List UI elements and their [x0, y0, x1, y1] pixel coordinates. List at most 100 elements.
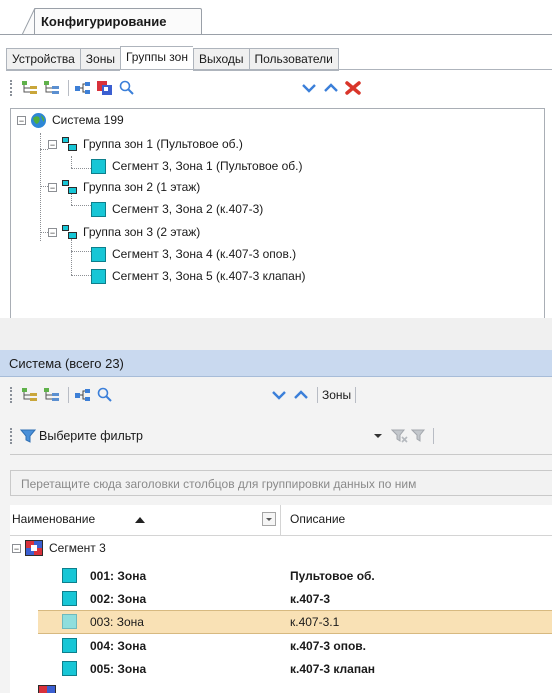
- expand-all-button[interactable]: [20, 79, 40, 97]
- zone-description: к.407-3 клапан: [290, 662, 375, 676]
- move-up-button[interactable]: [291, 386, 311, 404]
- zone-description: к.407-3.1: [290, 615, 340, 629]
- filter-selector[interactable]: Выберите фильтр: [39, 429, 143, 443]
- add-group-icon: [97, 81, 112, 95]
- tree-group-label: Группа зон 1 (Пультовое об.): [83, 137, 243, 151]
- zone-group-icon: [62, 180, 77, 194]
- chevron-down-icon: [272, 391, 286, 400]
- tab-strip: Устройства Зоны Группы зон Выходы Пользо…: [6, 46, 339, 71]
- filter-apply-icon[interactable]: [391, 428, 409, 444]
- tree-group[interactable]: − Группа зон 3 (2 этаж): [48, 223, 200, 241]
- delete-button[interactable]: [343, 79, 363, 97]
- zones-grid: − Сегмент 3 001: Зона Пультовое об. 002:…: [10, 536, 552, 693]
- move-up-button[interactable]: [321, 79, 341, 97]
- search-button[interactable]: [95, 386, 115, 404]
- zone-name: 003: Зона: [90, 615, 144, 629]
- move-down-button[interactable]: [299, 79, 319, 97]
- move-down-button[interactable]: [269, 386, 289, 404]
- toolbar-grip[interactable]: [10, 428, 15, 444]
- table-row[interactable]: 002: Зона к.407-3: [10, 587, 552, 610]
- table-row-selected[interactable]: 003: Зона к.407-3.1: [38, 610, 552, 634]
- search-button[interactable]: [117, 79, 137, 97]
- zone-icon: [62, 614, 77, 629]
- tree-zone-label: Сегмент 3, Зона 2 (к.407-3): [112, 202, 264, 216]
- tree-root[interactable]: − Система 199: [17, 111, 124, 129]
- tab-outputs[interactable]: Выходы: [192, 48, 249, 71]
- grid-header: Наименование Описание: [10, 505, 552, 536]
- divider: [0, 34, 552, 35]
- tree-line: [71, 168, 91, 169]
- tree-group-label: Группа зон 3 (2 этаж): [83, 225, 201, 239]
- tree-zone[interactable]: Сегмент 3, Зона 2 (к.407-3): [91, 200, 263, 218]
- upper-toolbar: [6, 76, 546, 100]
- tree-zone[interactable]: Сегмент 3, Зона 5 (к.407-3 клапан): [91, 267, 305, 285]
- tree-root-label: Система 199: [52, 113, 124, 127]
- zone-icon: [91, 246, 106, 262]
- tree-line: [71, 251, 91, 252]
- tree-zone[interactable]: Сегмент 3, Зона 1 (Пультовое об.): [91, 157, 303, 175]
- filter-clear-icon[interactable]: [411, 428, 429, 444]
- table-row[interactable]: 004: Зона к.407-3 опов.: [10, 634, 552, 657]
- column-description-header[interactable]: Описание: [290, 512, 345, 526]
- sort-ascending-icon[interactable]: [135, 516, 145, 523]
- zone-icon: [62, 568, 77, 583]
- collapse-icon[interactable]: −: [17, 115, 26, 125]
- zone-description: к.407-3 опов.: [290, 639, 366, 653]
- tree-line: [71, 275, 91, 276]
- table-row[interactable]: 005: Зона к.407-3 клапан: [10, 657, 552, 680]
- group-by-panel[interactable]: Перетащите сюда заголовки столбцов для г…: [10, 470, 552, 496]
- column-filter-button[interactable]: [262, 512, 276, 526]
- toolbar-separator: [68, 80, 69, 96]
- zone-icon: [91, 158, 106, 174]
- tree-line: [40, 232, 48, 233]
- tree-group-label: Группа зон 2 (1 этаж): [83, 180, 201, 194]
- collapse-all-button[interactable]: [42, 386, 62, 404]
- tab-zones[interactable]: Зоны: [79, 48, 120, 71]
- splitter[interactable]: [0, 318, 552, 350]
- connect-button[interactable]: [73, 79, 93, 97]
- tab-users[interactable]: Пользователи: [248, 48, 339, 71]
- zone-icon: [62, 661, 77, 676]
- segment-icon: [38, 685, 56, 693]
- collapse-icon[interactable]: −: [48, 227, 57, 237]
- toolbar-grip[interactable]: [10, 80, 15, 96]
- tree-line: [71, 156, 72, 168]
- toolbar-grip[interactable]: [10, 387, 15, 403]
- column-divider: [280, 505, 281, 535]
- document-tab[interactable]: Конфигурирование: [34, 8, 202, 35]
- tree-line: [40, 149, 48, 150]
- tree-group[interactable]: − Группа зон 1 (Пультовое об.): [48, 135, 243, 153]
- zone-group-icon: [62, 225, 77, 239]
- document-tab-title: Конфигурирование: [41, 14, 167, 29]
- collapse-icon[interactable]: −: [48, 182, 57, 192]
- dropdown-arrow-icon[interactable]: [373, 432, 383, 440]
- table-row[interactable]: 001: Зона Пультовое об.: [10, 564, 552, 587]
- zone-name: 002: Зона: [90, 592, 147, 606]
- system-header-title: Система (всего 23): [9, 356, 124, 371]
- collapse-icon[interactable]: −: [48, 139, 57, 149]
- expand-tree-icon: [22, 388, 37, 401]
- tab-devices[interactable]: Устройства: [6, 48, 80, 71]
- segment-label: Сегмент 3: [49, 541, 106, 555]
- collapse-icon[interactable]: −: [12, 543, 21, 553]
- tree-group[interactable]: − Группа зон 2 (1 этаж): [48, 178, 200, 196]
- tree-line: [71, 205, 91, 206]
- segment-row[interactable]: − Сегмент 3: [10, 538, 310, 558]
- chevron-down-icon: [302, 84, 316, 93]
- collapse-all-button[interactable]: [42, 79, 62, 97]
- toolbar-separator: [355, 387, 357, 403]
- toolbar-separator: [433, 428, 435, 444]
- tree-zone-label: Сегмент 3, Зона 5 (к.407-3 клапан): [112, 269, 306, 283]
- column-name-header[interactable]: Наименование: [12, 512, 95, 526]
- connect-button[interactable]: [73, 386, 93, 404]
- add-group-button[interactable]: [95, 79, 115, 97]
- lower-toolbar: Зоны: [6, 383, 546, 407]
- filter-toolbar: Выберите фильтр: [6, 424, 546, 448]
- expand-all-button[interactable]: [20, 386, 40, 404]
- tree-zone[interactable]: Сегмент 3, Зона 4 (к.407-3 опов.): [91, 245, 296, 263]
- zone-description: к.407-3: [290, 592, 331, 606]
- tab-zone-groups[interactable]: Группы зон: [119, 46, 193, 70]
- zone-name: 005: Зона: [90, 662, 147, 676]
- zone-group-tree[interactable]: − Система 199 − Группа зон 1 (Пультовое …: [10, 108, 545, 320]
- expand-tree-icon: [22, 81, 37, 94]
